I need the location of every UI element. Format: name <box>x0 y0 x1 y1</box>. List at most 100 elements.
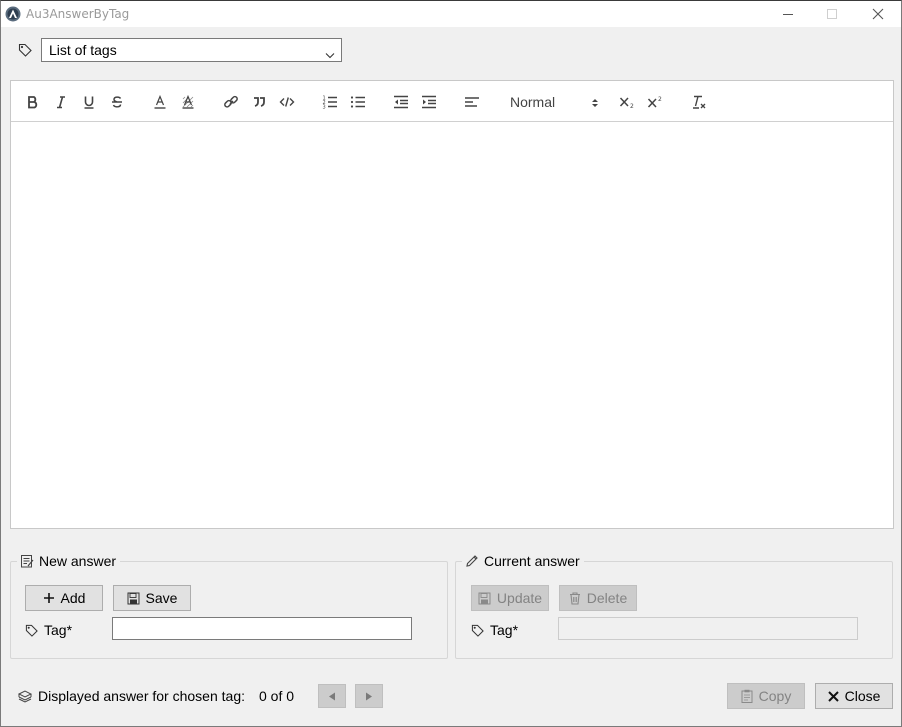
underline-icon <box>84 96 94 109</box>
tag-icon <box>471 624 484 637</box>
new-answer-title: New answer <box>39 553 117 569</box>
save-icon <box>127 592 140 604</box>
current-answer-group: Current answer Update Delete Tag* <box>455 553 893 659</box>
answers-icon <box>18 689 32 703</box>
code-icon <box>279 97 295 107</box>
rich-text-editor: 123 Normal 2 2 <box>10 80 894 529</box>
triangle-right-icon <box>366 692 372 700</box>
svg-text:3: 3 <box>323 105 326 110</box>
font-color-icon <box>154 95 166 109</box>
svg-text:2: 2 <box>658 96 662 103</box>
delete-button-label: Delete <box>586 590 628 606</box>
save-button-label: Save <box>145 590 178 606</box>
new-answer-legend: New answer <box>17 553 121 569</box>
tag-selector-row: List of tags <box>1 27 901 72</box>
indent-button[interactable] <box>418 91 440 113</box>
ordered-list-icon: 123 <box>323 96 337 110</box>
title-bar: Au3AnswerByTag <box>1 1 901 27</box>
minimize-icon <box>783 14 793 15</box>
window-title: Au3AnswerByTag <box>26 7 130 21</box>
next-answer-button[interactable] <box>355 684 383 708</box>
trash-icon <box>569 591 580 605</box>
add-button-label: Add <box>60 590 86 606</box>
subscript-icon: 2 <box>619 97 634 109</box>
link-button[interactable] <box>220 91 242 113</box>
strike-button[interactable] <box>106 91 128 113</box>
tag-icon <box>18 43 32 60</box>
bold-icon <box>28 96 38 109</box>
superscript-icon: 2 <box>647 96 662 108</box>
indent-icon <box>422 95 436 109</box>
answer-counter: 0 of 0 <box>259 688 295 704</box>
bullet-list-icon <box>350 96 365 108</box>
header-select[interactable]: Normal <box>509 92 599 112</box>
update-button-label: Update <box>496 590 543 606</box>
editor-content[interactable] <box>11 122 893 528</box>
current-answer-title: Current answer <box>484 553 580 569</box>
maximize-icon <box>827 9 837 19</box>
note-icon <box>21 555 34 568</box>
quote-icon <box>254 97 265 107</box>
tag-dropdown-value: List of tags <box>49 42 117 58</box>
tag-dropdown[interactable]: List of tags <box>41 38 342 62</box>
align-button[interactable] <box>461 91 483 113</box>
close-icon <box>872 8 884 20</box>
outdent-icon <box>394 95 408 109</box>
update-button[interactable]: Update <box>471 585 549 611</box>
add-button[interactable]: Add <box>25 585 103 611</box>
bold-button[interactable] <box>22 91 44 113</box>
editor-toolbar: 123 Normal 2 2 <box>11 81 893 122</box>
app-window: Au3AnswerByTag List of tags 1 2 3 Normal… <box>0 0 902 727</box>
pencil-icon <box>466 555 478 567</box>
new-tag-label-text: Tag* <box>44 622 73 638</box>
save-icon <box>478 592 491 604</box>
close-icon <box>827 690 839 702</box>
code-block-button[interactable] <box>276 91 298 113</box>
select-arrows-icon <box>591 96 599 112</box>
clean-button[interactable] <box>688 91 710 113</box>
new-answer-group: New answer Add Save Tag* <box>10 553 448 659</box>
italic-button[interactable] <box>50 91 72 113</box>
close-button[interactable]: Close <box>815 683 893 709</box>
displayed-answer-text: Displayed answer for chosen tag: <box>38 688 245 704</box>
subscript-button[interactable]: 2 <box>617 91 639 113</box>
clear-format-icon <box>693 95 706 109</box>
close-window-button[interactable] <box>855 1 901 27</box>
font-color-button[interactable] <box>149 91 171 113</box>
strikethrough-icon <box>112 96 122 108</box>
copy-button-label: Copy <box>758 688 792 704</box>
save-button[interactable]: Save <box>113 585 191 611</box>
current-tag-input[interactable] <box>558 617 858 640</box>
maximize-button[interactable] <box>809 1 855 27</box>
bullet-list-button[interactable] <box>347 91 369 113</box>
new-tag-input[interactable] <box>112 617 412 640</box>
autoit-icon <box>5 6 21 22</box>
background-color-button[interactable] <box>177 91 199 113</box>
header-select-value: Normal <box>510 94 556 110</box>
highlight-icon <box>182 95 194 109</box>
italic-icon <box>57 96 65 109</box>
triangle-left-icon <box>329 692 335 700</box>
superscript-button[interactable]: 2 <box>645 91 667 113</box>
displayed-answer-label: Displayed answer for chosen tag: <box>18 688 245 704</box>
blockquote-button[interactable] <box>248 91 270 113</box>
plus-icon <box>43 593 54 603</box>
minimize-button[interactable] <box>765 1 811 27</box>
ordered-list-button[interactable]: 123 <box>319 91 341 113</box>
link-icon <box>224 95 238 108</box>
outdent-button[interactable] <box>390 91 412 113</box>
chevron-down-icon <box>325 46 335 62</box>
new-tag-label: Tag* <box>25 622 72 638</box>
delete-button[interactable]: Delete <box>559 585 637 611</box>
copy-button[interactable]: Copy <box>727 683 805 709</box>
current-tag-label: Tag* <box>471 622 518 638</box>
tag-icon <box>25 624 38 637</box>
underline-button[interactable] <box>78 91 100 113</box>
align-left-icon <box>465 97 479 107</box>
current-answer-legend: Current answer <box>462 553 584 569</box>
current-tag-label-text: Tag* <box>490 622 519 638</box>
close-button-label: Close <box>844 688 881 704</box>
previous-answer-button[interactable] <box>318 684 346 708</box>
clipboard-icon <box>741 689 753 703</box>
svg-text:2: 2 <box>630 103 634 109</box>
